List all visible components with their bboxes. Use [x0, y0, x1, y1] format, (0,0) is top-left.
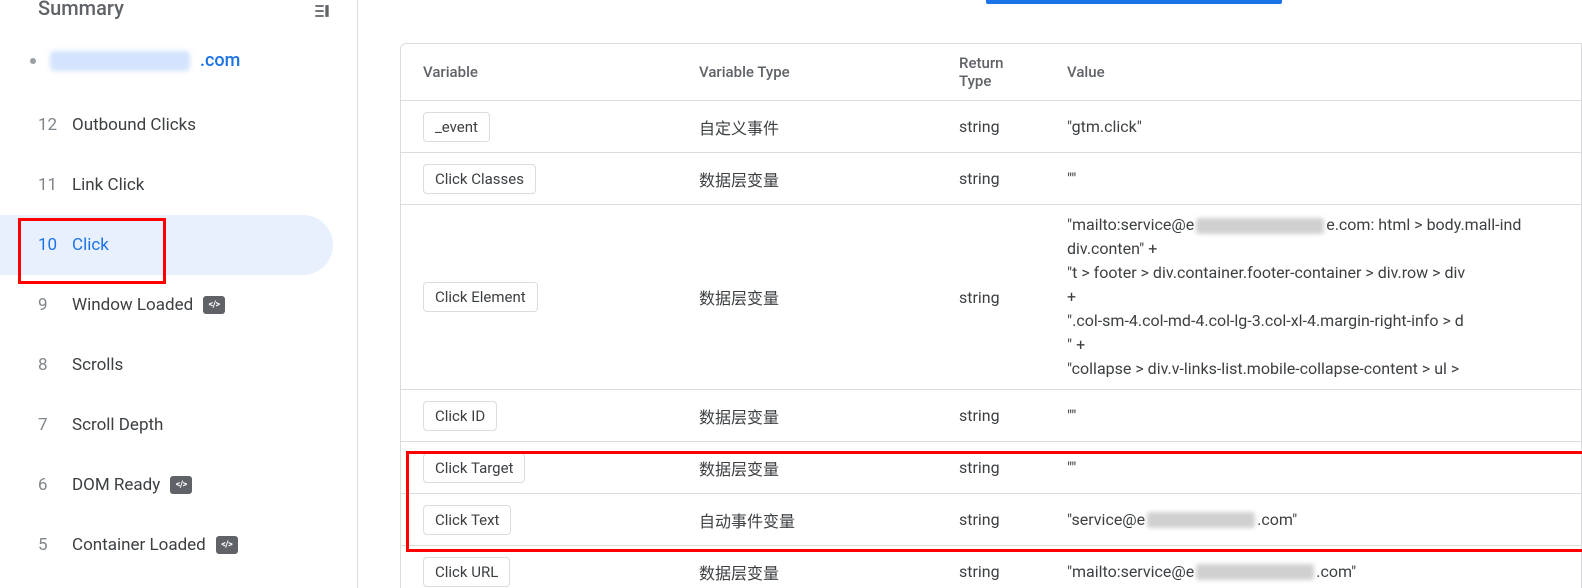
- redacted-text: [1196, 564, 1314, 580]
- api-badge-icon: </>: [216, 536, 238, 554]
- api-badge-icon: </>: [203, 296, 225, 314]
- return-type-cell: string: [959, 562, 1067, 581]
- table-row: Click ID 数据层变量string"": [401, 389, 1581, 441]
- variable-chip[interactable]: Click URL: [423, 557, 510, 587]
- table-row: Click Text 自动事件变量string"service@e.com": [401, 493, 1581, 545]
- table-header-row: Variable Variable Type ReturnType Value: [401, 44, 1581, 100]
- domain-suffix: .com: [200, 50, 240, 71]
- variable-chip[interactable]: Click Element: [423, 282, 538, 312]
- event-label: Container Loaded: [72, 535, 206, 555]
- event-item-outbound-clicks[interactable]: 12Outbound Clicks: [0, 95, 333, 155]
- active-tab-indicator: [986, 0, 1282, 4]
- bullet-icon: [30, 58, 36, 64]
- header-return-type: ReturnType: [959, 54, 1067, 90]
- event-number: 12: [38, 115, 72, 135]
- variable-type-cell: 自动事件变量: [699, 508, 959, 532]
- variable-type-cell: 数据层变量: [699, 285, 959, 309]
- event-item-link-click[interactable]: 11Link Click: [0, 155, 333, 215]
- variable-type-cell: 数据层变量: [699, 456, 959, 480]
- variable-chip[interactable]: Click Classes: [423, 164, 536, 194]
- value-cell: "mailto:service@e.com": [1067, 560, 1581, 584]
- api-badge-icon: </>: [170, 476, 192, 494]
- summary-heading: Summary: [38, 0, 124, 20]
- event-label: Click: [72, 235, 109, 255]
- sidebar-domain-item[interactable]: .com: [0, 36, 357, 89]
- variable-type-cell: 数据层变量: [699, 167, 959, 191]
- event-number: 5: [38, 535, 72, 555]
- redacted-text: [1147, 512, 1255, 528]
- event-number: 11: [38, 175, 72, 195]
- table-row: Click Target 数据层变量string"": [401, 441, 1581, 493]
- value-cell: "": [1067, 404, 1581, 428]
- event-label: DOM Ready: [72, 475, 160, 495]
- return-type-cell: string: [959, 406, 1067, 425]
- event-item-dom-ready[interactable]: 6DOM Ready </>: [0, 455, 333, 515]
- event-item-click[interactable]: 10Click: [0, 215, 333, 275]
- return-type-cell: string: [959, 117, 1067, 136]
- event-number: 9: [38, 295, 72, 315]
- event-number: 10: [38, 235, 72, 255]
- value-cell: "": [1067, 167, 1581, 191]
- event-number: 8: [38, 355, 72, 375]
- table-row: Click Classes 数据层变量string"": [401, 152, 1581, 204]
- variable-type-cell: 数据层变量: [699, 404, 959, 428]
- event-label: Link Click: [72, 175, 144, 195]
- event-number: 6: [38, 475, 72, 495]
- redacted-text: [1196, 218, 1324, 234]
- event-label: Outbound Clicks: [72, 115, 196, 135]
- domain-hostname-redacted: [50, 51, 190, 71]
- variable-chip[interactable]: Click ID: [423, 401, 497, 431]
- event-label: Scroll Depth: [72, 415, 163, 435]
- events-list: 12Outbound Clicks11Link Click10Click9Win…: [0, 89, 357, 575]
- table-row: _event 自定义事件string"gtm.click": [401, 100, 1581, 152]
- value-cell: "mailto:service@ee.com: html > body.mall…: [1067, 213, 1581, 381]
- return-type-cell: string: [959, 288, 1067, 307]
- variable-chip[interactable]: Click Target: [423, 453, 525, 483]
- main-panel: Variable Variable Type ReturnType Value …: [358, 0, 1582, 588]
- collapse-panel-icon[interactable]: [311, 0, 333, 22]
- variable-chip[interactable]: Click Text: [423, 505, 511, 535]
- event-number: 7: [38, 415, 72, 435]
- variable-type-cell: 数据层变量: [699, 560, 959, 584]
- return-type-cell: string: [959, 169, 1067, 188]
- table-row: Click Element 数据层变量string"mailto:service@…: [401, 204, 1581, 389]
- event-item-container-loaded[interactable]: 5Container Loaded </>: [0, 515, 333, 575]
- variable-chip[interactable]: _event: [423, 112, 490, 142]
- header-variable-type: Variable Type: [699, 63, 959, 81]
- return-type-cell: string: [959, 458, 1067, 477]
- variable-type-cell: 自定义事件: [699, 115, 959, 139]
- event-label: Window Loaded: [72, 295, 193, 315]
- header-value: Value: [1067, 61, 1581, 84]
- event-label: Scrolls: [72, 355, 123, 375]
- event-item-scroll-depth[interactable]: 7Scroll Depth: [0, 395, 333, 455]
- sidebar: Summary .com 12Outbound Clicks11Link Cli…: [0, 0, 358, 588]
- header-variable: Variable: [401, 63, 699, 81]
- value-cell: "service@e.com": [1067, 508, 1581, 532]
- event-item-scrolls[interactable]: 8Scrolls: [0, 335, 333, 395]
- value-cell: "gtm.click": [1067, 115, 1581, 139]
- variables-table: Variable Variable Type ReturnType Value …: [400, 43, 1582, 588]
- return-type-cell: string: [959, 510, 1067, 529]
- value-cell: "": [1067, 456, 1581, 480]
- event-item-window-loaded[interactable]: 9Window Loaded </>: [0, 275, 333, 335]
- table-row: Click URL 数据层变量string"mailto:service@e.co…: [401, 545, 1581, 588]
